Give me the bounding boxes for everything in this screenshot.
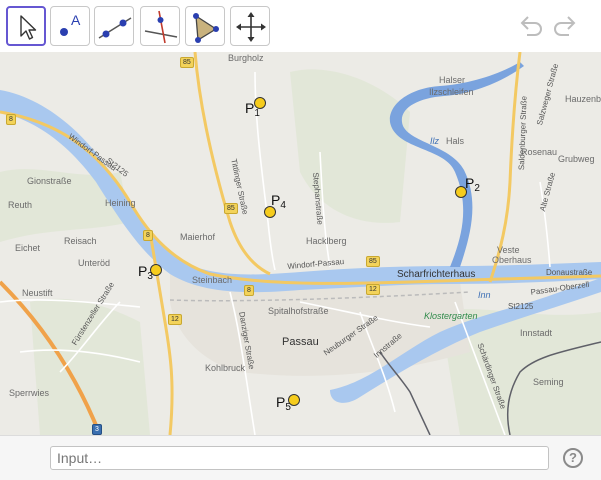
label-st2125-east: St2125 <box>508 302 534 311</box>
road-shield-85-mid: 85 <box>224 203 238 214</box>
move-graphics-view-tool-button[interactable] <box>230 6 270 46</box>
label-burgholz: Burgholz <box>228 53 264 63</box>
point-p4-label: P4 <box>271 192 286 211</box>
road-shield-8-left: 8 <box>143 230 153 241</box>
arrow-cursor-icon <box>20 15 37 40</box>
point-p5-label: P5 <box>276 394 291 413</box>
move-tool-button[interactable] <box>6 6 46 46</box>
label-hals: Hals <box>446 136 465 146</box>
label-grubweg: Grubweg <box>558 154 595 164</box>
polygon-icon <box>193 13 219 43</box>
label-eichet: Eichet <box>15 243 41 253</box>
road-shield-8-mid: 8 <box>244 285 254 296</box>
label-reisach: Reisach <box>64 236 97 246</box>
perpendicular-line-tool-button[interactable] <box>140 6 180 46</box>
label-neustift: Neustift <box>22 288 53 298</box>
point-tool-button[interactable]: A <box>50 6 90 46</box>
label-gionstrasse: Gionstraße <box>27 176 72 186</box>
four-arrows-icon <box>236 12 266 42</box>
road-shield-85-top: 85 <box>180 57 194 68</box>
line-through-points-icon <box>98 17 132 39</box>
line-tool-button[interactable] <box>94 6 134 46</box>
label-hauzenb: Hauzenb <box>565 94 601 104</box>
toolbar: A <box>0 0 601 52</box>
label-kohlbruck: Kohlbruck <box>205 363 246 373</box>
point-tool-glyph: A <box>71 12 81 28</box>
graphics-view-map[interactable]: Burgholz Halser Ilzschleifen Hals Rosena… <box>0 52 601 435</box>
label-ilz: Ilz <box>430 136 439 146</box>
label-reuth: Reuth <box>8 200 33 210</box>
point-p1-label: P1 <box>245 100 260 119</box>
label-steinbach: Steinbach <box>192 275 233 285</box>
road-shield-8-west: 8 <box>6 114 16 125</box>
label-sperrwies: Sperrwies <box>9 388 50 398</box>
point-p3-label: P3 <box>138 263 153 282</box>
label-inn: Inn <box>478 290 491 300</box>
input-bar: Input… ? <box>0 435 601 480</box>
label-scharfrichterhaus: Scharfrichterhaus <box>397 269 476 280</box>
label-donaustrasse: Donaustraße <box>546 268 593 277</box>
help-icon[interactable]: ? <box>563 448 583 468</box>
label-ilzschleifen: Ilzschleifen <box>429 87 474 97</box>
point-p2-label: P2 <box>465 175 480 194</box>
label-unterod: Unteröd <box>78 258 111 268</box>
perpendicular-line-icon <box>144 10 178 44</box>
label-spitalhofstrasse: Spitalhofstraße <box>268 306 329 316</box>
undo-icon[interactable] <box>515 12 545 40</box>
label-passau: Passau <box>282 336 319 348</box>
label-heining: Heining <box>105 198 136 208</box>
label-innstadt: Innstadt <box>520 328 553 338</box>
road-shield-85-river: 85 <box>366 256 380 267</box>
label-veste: Veste <box>497 245 520 255</box>
label-maierhof: Maierhof <box>180 232 216 242</box>
road-shield-12-b: 12 <box>366 284 380 295</box>
label-klostergarten: Klostergarten <box>424 311 478 321</box>
redo-icon[interactable] <box>551 12 581 40</box>
label-halser: Halser <box>439 75 466 85</box>
label-oberhaus: Oberhaus <box>492 255 532 265</box>
polygon-tool-button[interactable] <box>185 6 225 46</box>
algebra-input[interactable]: Input… <box>50 446 549 470</box>
label-hacklberg: Hacklberg <box>306 236 347 246</box>
road-shield-12-a: 12 <box>168 314 182 325</box>
label-seming: Seming <box>533 377 564 387</box>
road-shield-a3: 3 <box>92 424 102 435</box>
geogebra-app: A Burgholz Halser Ilzschleifen Hals Rose… <box>0 0 601 480</box>
